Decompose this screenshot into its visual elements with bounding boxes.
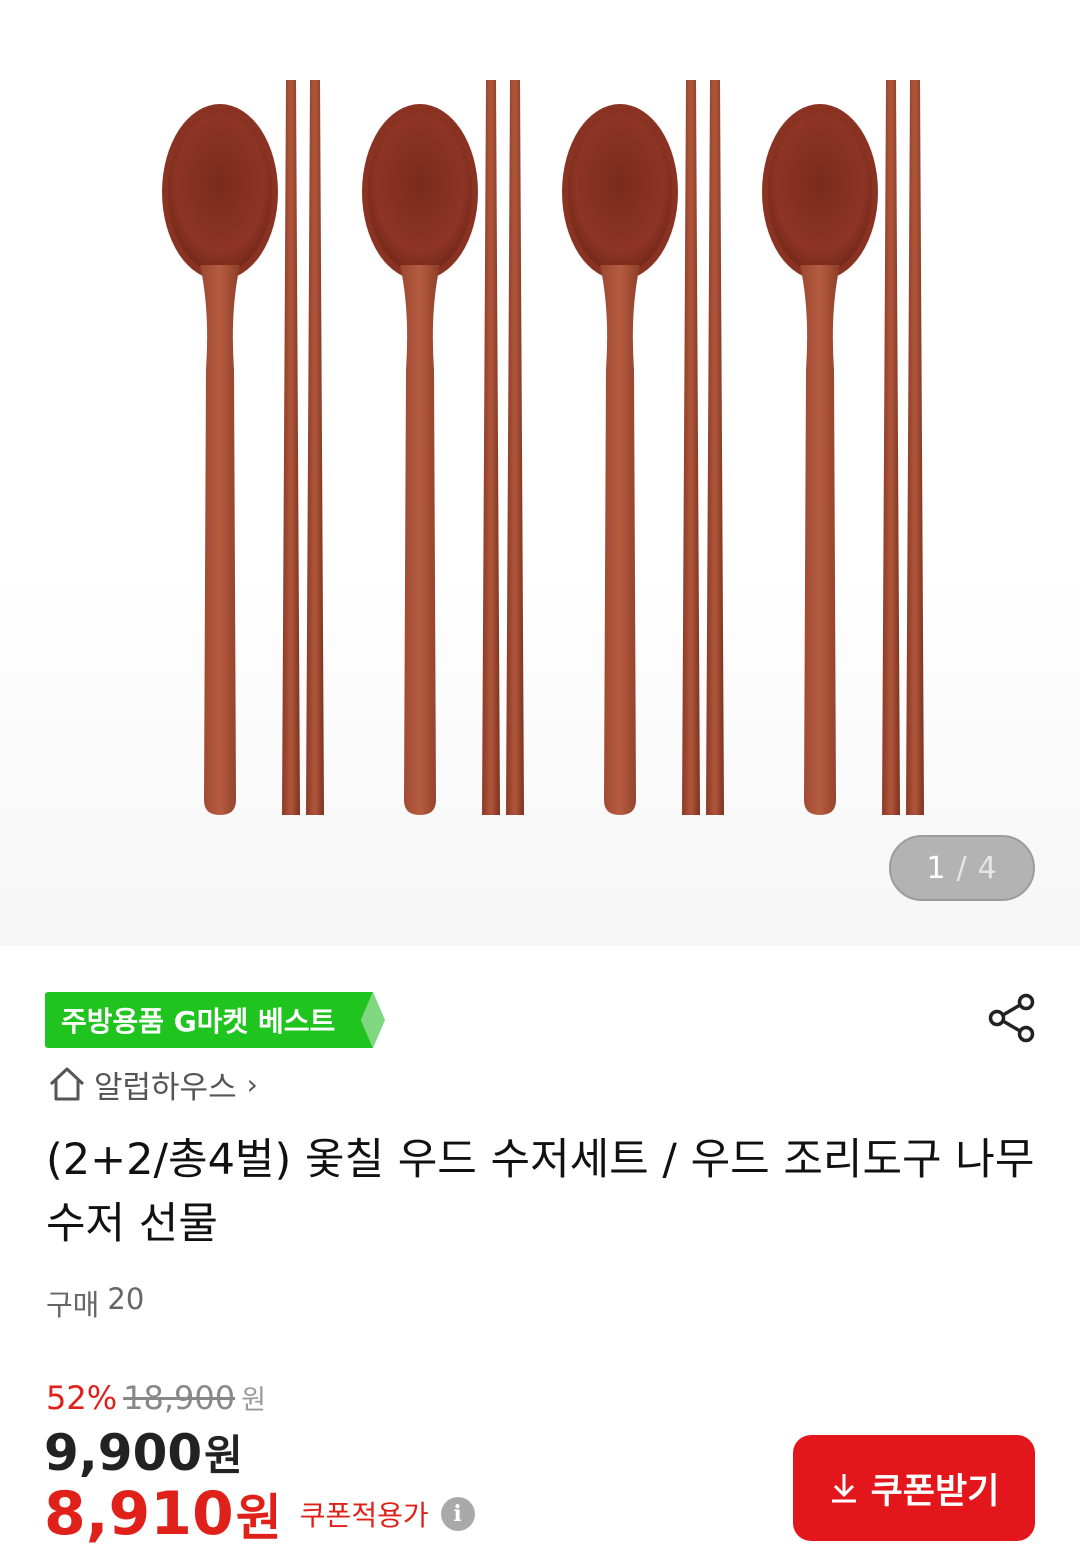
pager-current: 1 <box>926 850 947 886</box>
chevron-right-icon: › <box>246 1067 258 1101</box>
pager-total: 4 <box>977 850 998 886</box>
coupon-price-value: 8,910 <box>44 1479 234 1549</box>
download-icon <box>831 1474 856 1503</box>
best-badge[interactable]: 주방용품 G마켓 베스트 <box>45 992 386 1048</box>
image-pager: 1 / 4 <box>889 835 1035 901</box>
coupon-price-unit: 원 <box>235 1489 282 1547</box>
share-button[interactable] <box>984 990 1040 1046</box>
sale-price-unit: 원 <box>204 1431 243 1480</box>
best-badge-label: 주방용품 G마켓 베스트 <box>45 992 354 1048</box>
share-icon <box>988 993 1035 1043</box>
info-icon[interactable]: i <box>440 1497 475 1531</box>
get-coupon-button[interactable]: 쿠폰받기 <box>793 1435 1035 1541</box>
discount-row: 52% 18,900 원 <box>46 1378 266 1417</box>
product-photo <box>162 80 924 815</box>
get-coupon-label: 쿠폰받기 <box>870 1471 1000 1512</box>
sale-price: 9,900 원 <box>44 1422 243 1483</box>
product-detail-page: 1 / 4 주방용품 G마켓 베스트 알럽하우스 › (2+2/총4벌) 옻칠 … <box>0 0 1080 1563</box>
store-link[interactable]: 알럽하우스 › <box>48 1062 258 1106</box>
coupon-price: 8,910 원 쿠폰적용가 i <box>44 1478 475 1550</box>
purchase-label: 구매 <box>46 1288 100 1322</box>
coupon-price-label: 쿠폰적용가 <box>299 1499 429 1532</box>
product-info: 주방용품 G마켓 베스트 알럽하우스 › (2+2/총4벌) 옻칠 우드 수저세… <box>0 946 1080 1563</box>
original-price-unit: 원 <box>241 1385 266 1416</box>
pager-separator: / <box>956 850 968 886</box>
home-icon <box>49 1067 85 1101</box>
purchase-count: 구매 20 <box>46 1282 144 1324</box>
product-title: (2+2/총4벌) 옻칠 우드 수저세트 / 우드 조리도구 나무 수저 선물 <box>46 1135 1035 1249</box>
product-image-gallery[interactable]: 1 / 4 <box>0 0 1080 946</box>
store-name: 알럽하우스 <box>94 1069 237 1106</box>
badge-ribbon-tail <box>353 992 386 1048</box>
discount-rate: 52% <box>46 1379 118 1417</box>
purchase-number: 20 <box>107 1282 145 1316</box>
sale-price-value: 9,900 <box>44 1424 203 1482</box>
original-price: 18,900 <box>123 1379 236 1417</box>
